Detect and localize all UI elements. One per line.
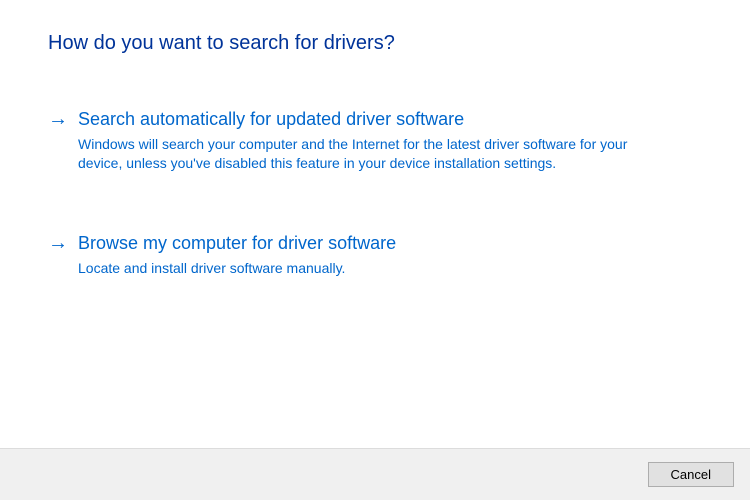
arrow-right-icon: →: [48, 107, 68, 131]
option-browse-computer[interactable]: → Browse my computer for driver software…: [48, 231, 702, 278]
dialog-heading: How do you want to search for drivers?: [48, 32, 702, 55]
dialog-footer: Cancel: [0, 448, 750, 500]
dialog-content: How do you want to search for drivers? →…: [0, 0, 750, 278]
option-text-group: Browse my computer for driver software L…: [78, 231, 396, 278]
option-title: Browse my computer for driver software: [78, 231, 396, 255]
option-description: Windows will search your computer and th…: [78, 135, 638, 173]
option-text-group: Search automatically for updated driver …: [78, 107, 638, 173]
cancel-button[interactable]: Cancel: [648, 462, 734, 487]
option-title: Search automatically for updated driver …: [78, 107, 638, 131]
option-search-automatically[interactable]: → Search automatically for updated drive…: [48, 107, 702, 173]
option-description: Locate and install driver software manua…: [78, 259, 396, 278]
arrow-right-icon: →: [48, 231, 68, 255]
